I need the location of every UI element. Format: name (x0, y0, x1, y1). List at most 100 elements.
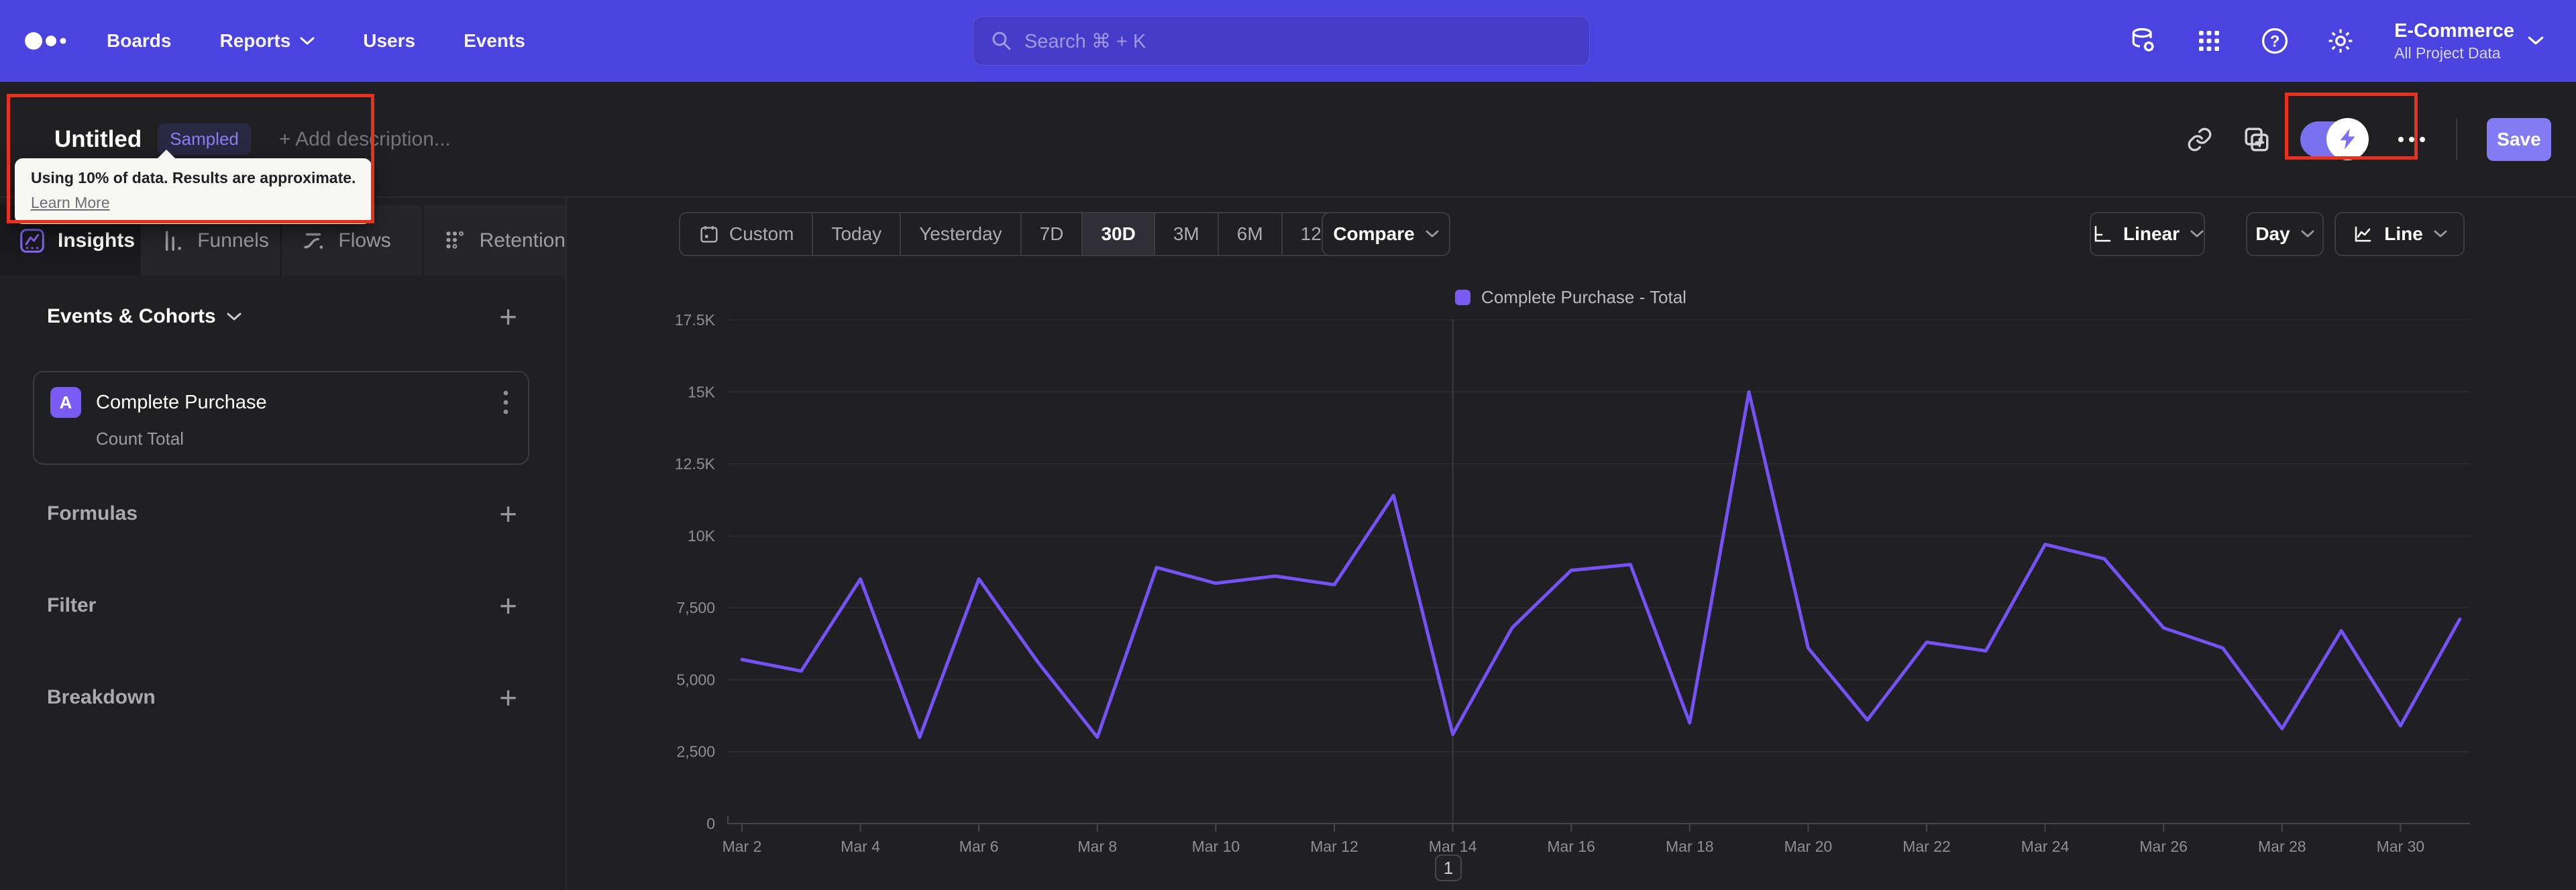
range-3m[interactable]: 3M (1155, 213, 1219, 255)
sampling-tooltip: Using 10% of data. Results are approxima… (15, 150, 372, 224)
tab-retention[interactable]: Retention (421, 205, 566, 276)
report-title[interactable]: Untitled (54, 126, 142, 153)
chevron-down-icon (2434, 230, 2447, 237)
search-icon (992, 32, 1011, 50)
chart-type-selector[interactable]: Line (2334, 212, 2465, 256)
svg-text:Mar 2: Mar 2 (722, 838, 762, 855)
svg-text:12.5K: 12.5K (675, 455, 716, 473)
add-to-board-icon[interactable] (2243, 125, 2271, 154)
flows-icon (304, 233, 323, 249)
nav-item-boards[interactable]: Boards (107, 30, 171, 52)
interval-selector[interactable]: Day (2246, 212, 2324, 256)
svg-text:?: ? (2270, 32, 2280, 50)
svg-text:Mar 26: Mar 26 (2139, 838, 2188, 855)
svg-text:10K: 10K (688, 527, 716, 545)
divider (2456, 118, 2457, 160)
formulas-label: Formulas (47, 502, 138, 524)
add-event-button[interactable]: + (499, 301, 517, 332)
top-nav: Boards Reports Users Events Search ⌘ + K… (0, 0, 2576, 82)
date-range-selector: Custom Today Yesterday 7D 30D 3M 6M 12M (679, 212, 1357, 256)
svg-text:Mar 12: Mar 12 (1310, 838, 1358, 855)
svg-text:Mar 18: Mar 18 (1666, 838, 1714, 855)
add-description-field[interactable]: + Add description... (279, 128, 451, 151)
funnels-icon (166, 230, 182, 251)
range-today[interactable]: Today (813, 213, 902, 255)
chevron-down-icon (227, 313, 241, 320)
range-30d[interactable]: 30D (1083, 213, 1155, 255)
svg-text:Mar 30: Mar 30 (2377, 838, 2425, 855)
more-options-icon[interactable] (2397, 135, 2426, 144)
filter-label: Filter (47, 594, 97, 616)
chevron-down-icon (300, 37, 315, 44)
svg-text:Mar 14: Mar 14 (1429, 838, 1477, 855)
add-breakdown-button[interactable]: + (499, 682, 517, 713)
settings-gear-icon[interactable] (2324, 25, 2357, 57)
event-kebab-menu-icon[interactable] (502, 389, 509, 416)
scale-selector[interactable]: Linear (2090, 212, 2205, 256)
chevron-down-icon (1426, 230, 1439, 237)
retention-icon (445, 231, 464, 249)
chart-legend[interactable]: Complete Purchase - Total (566, 287, 2576, 308)
svg-text:17.5K: 17.5K (675, 311, 716, 329)
sampling-toggle[interactable] (2300, 117, 2369, 160)
nav-item-users[interactable]: Users (363, 30, 415, 52)
compare-button[interactable]: Compare (1322, 212, 1450, 256)
project-scope: All Project Data (2394, 44, 2501, 62)
filter-section: Filter + (0, 585, 566, 626)
lightning-bolt-icon (2326, 117, 2369, 160)
breakdown-section: Breakdown + (0, 677, 566, 718)
annotation-marker[interactable]: 1 (1435, 854, 1462, 881)
calendar-icon (700, 226, 718, 243)
nav-item-events[interactable]: Events (464, 30, 525, 52)
insights-icon (20, 228, 44, 253)
linear-axis-icon (2094, 225, 2111, 242)
svg-text:Mar 16: Mar 16 (1547, 838, 1595, 855)
help-icon[interactable]: ? (2259, 25, 2291, 57)
svg-text:Mar 6: Mar 6 (959, 838, 999, 855)
svg-text:Mar 8: Mar 8 (1077, 838, 1117, 855)
tooltip-text: Using 10% of data. Results are approxima… (31, 169, 356, 186)
learn-more-link[interactable]: Learn More (31, 194, 110, 212)
query-builder-sidebar: Insights Funnels Flows Retention Events … (0, 198, 566, 890)
range-7d[interactable]: 7D (1021, 213, 1083, 255)
range-yesterday[interactable]: Yesterday (901, 213, 1022, 255)
events-cohorts-label[interactable]: Events & Cohorts (47, 305, 241, 328)
svg-text:Mar 22: Mar 22 (1902, 838, 1951, 855)
legend-swatch (1455, 290, 1471, 305)
add-formula-button[interactable]: + (499, 498, 517, 529)
project-switcher[interactable]: E-Commerce All Project Data (2394, 20, 2544, 62)
svg-text:Mar 4: Mar 4 (841, 838, 880, 855)
search-placeholder: Search ⌘ + K (1024, 30, 1146, 52)
data-management-icon[interactable] (2127, 25, 2159, 57)
chevron-down-icon (2190, 230, 2204, 237)
add-filter-button[interactable]: + (499, 590, 517, 621)
event-letter-badge: A (50, 387, 81, 418)
events-cohorts-header: Events & Cohorts + (0, 296, 566, 337)
chevron-down-icon (2528, 36, 2544, 45)
save-button[interactable]: Save (2487, 117, 2551, 161)
line-chart-icon (2355, 226, 2371, 242)
project-name: E-Commerce (2394, 19, 2514, 42)
svg-text:Mar 28: Mar 28 (2258, 838, 2306, 855)
svg-text:Mar 20: Mar 20 (1784, 838, 1833, 855)
range-6m[interactable]: 6M (1218, 213, 1283, 255)
svg-text:15K: 15K (688, 383, 716, 400)
apps-grid-icon[interactable] (2193, 25, 2225, 57)
legend-label: Complete Purchase - Total (1481, 287, 1686, 307)
svg-text:2,500: 2,500 (676, 743, 715, 761)
mixpanel-logo-icon[interactable] (24, 0, 67, 82)
report-header: Untitled Sampled + Add description... Sa… (0, 82, 2576, 198)
event-card[interactable]: A Complete Purchase Count Total (33, 371, 529, 465)
event-name: Complete Purchase (96, 391, 267, 413)
nav-item-reports[interactable]: Reports (219, 30, 315, 52)
svg-text:0: 0 (706, 815, 715, 832)
svg-text:Mar 24: Mar 24 (2021, 838, 2070, 855)
svg-text:7,500: 7,500 (676, 599, 715, 616)
search-input[interactable]: Search ⌘ + K (973, 16, 1590, 66)
breakdown-label: Breakdown (47, 686, 156, 708)
svg-text:5,000: 5,000 (676, 671, 715, 688)
event-metric[interactable]: Count Total (96, 429, 528, 449)
formulas-section: Formulas + (0, 493, 566, 535)
range-custom[interactable]: Custom (680, 213, 814, 255)
copy-link-icon[interactable] (2186, 126, 2213, 153)
